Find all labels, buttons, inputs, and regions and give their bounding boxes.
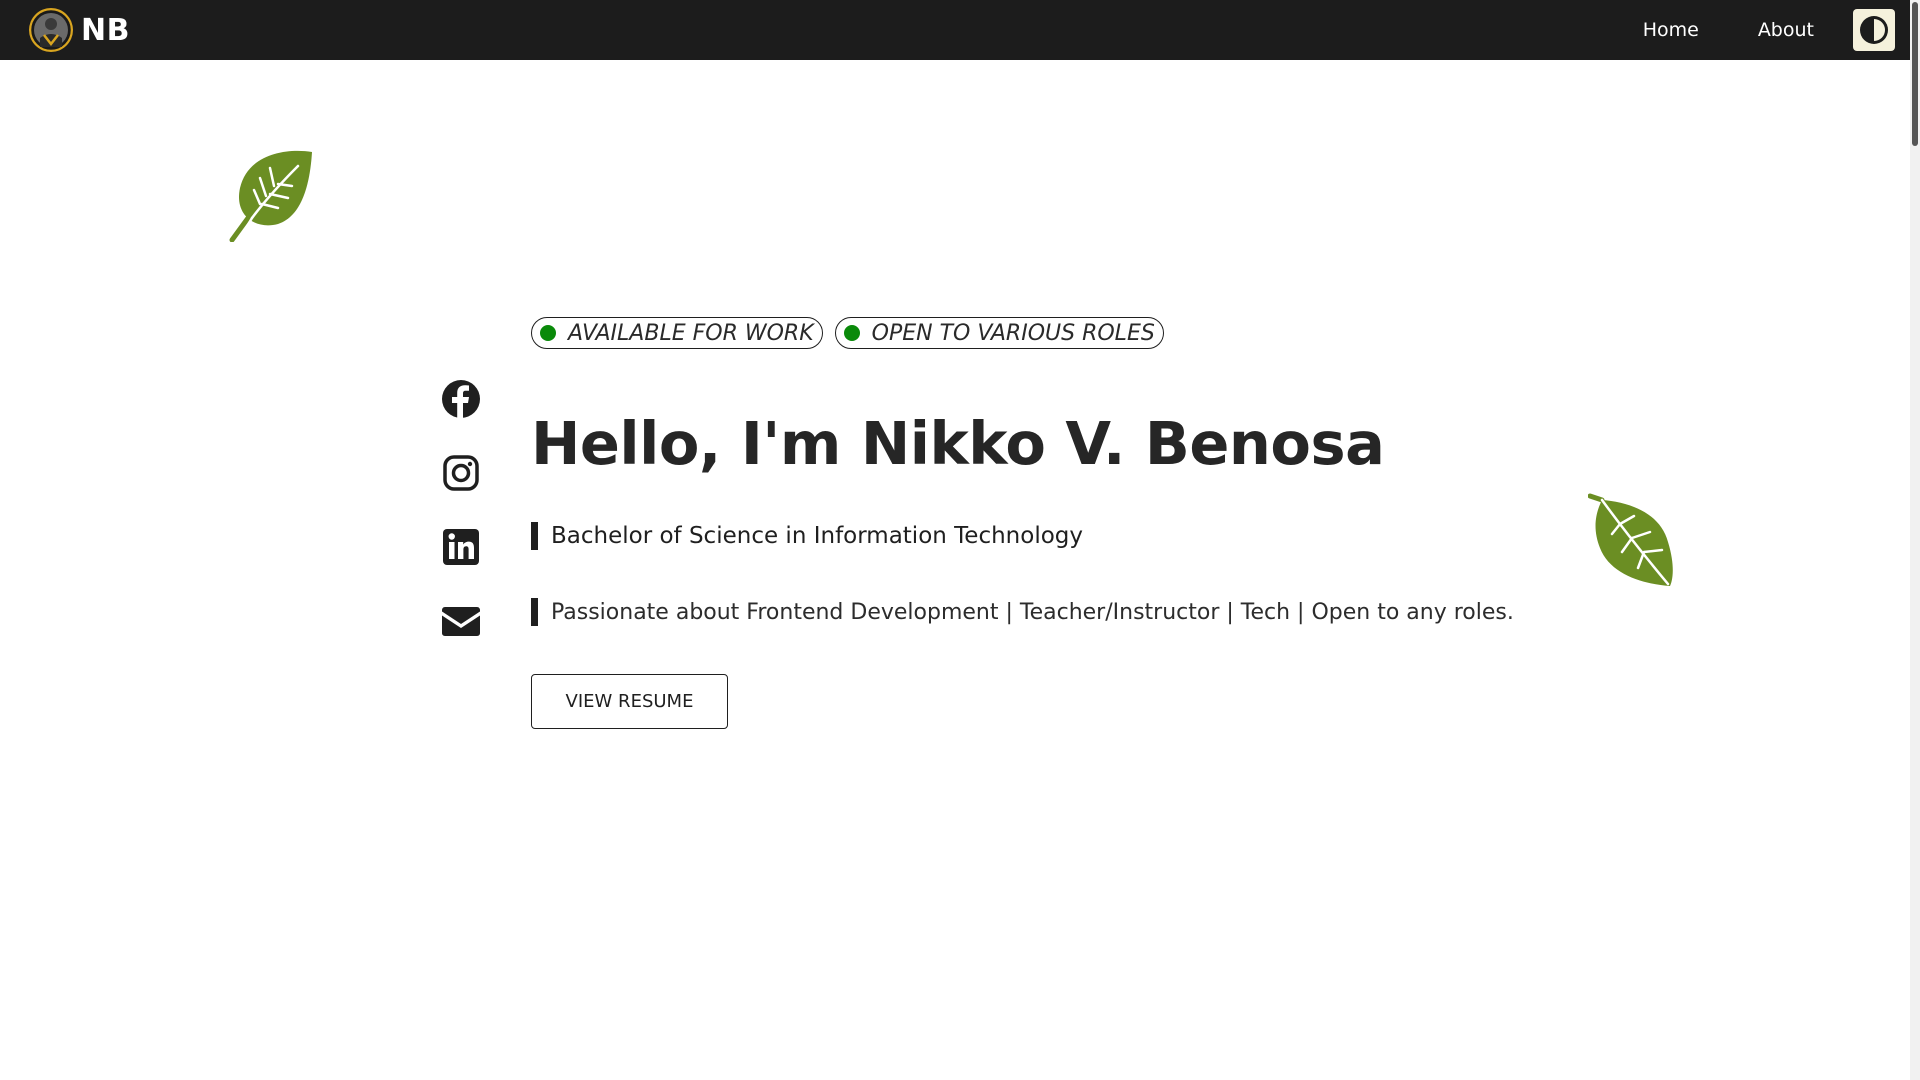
brand-text: NB <box>81 12 130 48</box>
contrast-icon <box>1860 16 1888 44</box>
accent-bar <box>531 598 538 626</box>
leaf-icon <box>1588 493 1673 586</box>
linkedin-icon <box>443 529 479 565</box>
theme-toggle-button[interactable] <box>1853 9 1895 51</box>
status-badge-available: AVAILABLE FOR WORK <box>531 317 823 349</box>
navbar: NB Home About <box>0 0 1910 60</box>
nav-link-about[interactable]: About <box>1758 19 1814 41</box>
degree-text: Bachelor of Science in Information Techn… <box>551 523 1083 549</box>
accent-bar <box>531 522 538 550</box>
instagram-icon <box>443 455 479 491</box>
hero-title: Hello, I'm Nikko V. Benosa <box>531 409 1385 478</box>
view-resume-button[interactable]: VIEW RESUME <box>531 674 728 729</box>
nav-link-home[interactable]: Home <box>1643 19 1699 41</box>
scrollbar-thumb[interactable] <box>1912 2 1918 146</box>
tagline-text: Passionate about Frontend Development | … <box>551 599 1514 625</box>
page: NB Home About AVAILABLE FOR WORK OPEN TO… <box>0 0 1920 1080</box>
instagram-link[interactable] <box>440 452 482 494</box>
brand-home-link[interactable]: NB <box>29 8 130 52</box>
linkedin-link[interactable] <box>440 526 482 568</box>
email-link[interactable] <box>440 600 482 642</box>
leaf-icon <box>229 150 312 242</box>
badge-label: AVAILABLE FOR WORK <box>568 320 814 346</box>
nav-menu: Home About <box>1643 9 1895 51</box>
status-dot <box>843 325 860 341</box>
facebook-link[interactable] <box>440 378 482 420</box>
badge-label: OPEN TO VARIOUS ROLES <box>871 320 1155 346</box>
facebook-icon <box>442 380 480 418</box>
social-links <box>440 378 482 674</box>
scrollbar[interactable] <box>1910 0 1920 1080</box>
avatar-logo-icon <box>29 8 73 52</box>
email-icon <box>442 607 480 636</box>
status-dot <box>540 325 556 341</box>
tagline-line: Passionate about Frontend Development | … <box>531 598 1571 626</box>
degree-line: Bachelor of Science in Information Techn… <box>531 522 1571 550</box>
status-badge-open-roles: OPEN TO VARIOUS ROLES <box>834 317 1164 349</box>
hero-section: AVAILABLE FOR WORK OPEN TO VARIOUS ROLES… <box>531 317 1571 729</box>
status-badges: AVAILABLE FOR WORK OPEN TO VARIOUS ROLES <box>531 317 1571 349</box>
